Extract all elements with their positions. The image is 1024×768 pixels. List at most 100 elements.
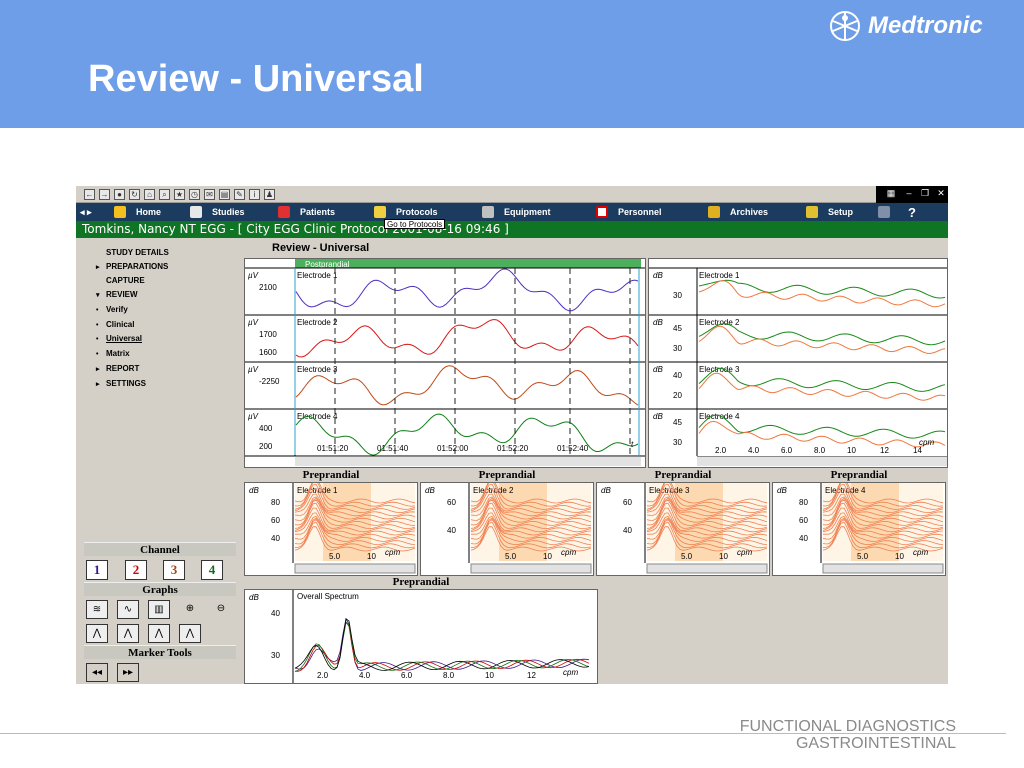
zoom-out-icon[interactable]: ⊖ [210, 600, 232, 619]
channel-1-button[interactable]: 1 [86, 560, 108, 580]
preprandial-spectrum-electrode-1[interactable]: dB Electrode 1 80 60 40 5.0 10 cpm [244, 482, 418, 576]
info-icon[interactable]: i [249, 188, 260, 200]
spectrum-line-orange [698, 420, 946, 448]
preprandial-spectrum-electrode-2[interactable]: dB Electrode 2 60 40 5.0 10 cpm [420, 482, 594, 576]
series-label-electrode-1: Electrode 1 [297, 271, 338, 280]
graph-rsa-2-icon[interactable]: ⋀ [117, 624, 139, 643]
y-tick-label: 30 [271, 651, 280, 660]
close-icon[interactable]: ✕ [934, 188, 948, 200]
medtronic-logo: Medtronic [828, 8, 983, 44]
graph-power-icon[interactable]: ▥ [148, 600, 170, 619]
edit-icon[interactable]: ✎ [234, 188, 245, 200]
sidebar-item-universal[interactable]: • Universal [96, 334, 142, 343]
history-icon[interactable]: ◷ [189, 188, 200, 200]
preprandial-title-3: Preprandial [596, 470, 770, 481]
overall-spectrum-chart[interactable]: dB Overall Spectrum 40 30 2.0 4.0 6.0 8.0 10 12 cp… [244, 589, 598, 684]
channel-2-button[interactable]: 2 [125, 560, 147, 580]
sidebar-item-preparations[interactable]: ▸ PREPARATIONS [96, 262, 168, 271]
nav-studies[interactable]: Studies [182, 203, 270, 221]
sidebar-item-settings[interactable]: ▸ SETTINGS [96, 379, 146, 388]
graph-rsa-1-icon[interactable]: ⋀ [86, 624, 108, 643]
x-tick-label: 8.0 [814, 446, 826, 455]
sidebar-item-clinical[interactable]: • Clinical [96, 320, 134, 329]
y-tick-label: 40 [271, 609, 280, 618]
x-end-label: t [631, 440, 634, 449]
restore-icon[interactable]: ❐ [918, 188, 932, 200]
sidebar-item-report[interactable]: ▸ REPORT [96, 364, 139, 373]
standard-toolbar: ← → ● ↻ ⌂ ⌕ ★ ◷ ✉ ▤ ✎ i ♟ ▦ – ❐ ✕ [76, 186, 948, 203]
nav-arrows[interactable]: ◂ ▸ [76, 203, 106, 221]
spectrum-svg: dB Electrode 1 30 dB Electrode 2 45 30 dB Electr… [649, 267, 947, 456]
spectrum-line-orange [698, 372, 946, 401]
studies-icon [190, 206, 202, 218]
y-tick-label: 1700 [259, 330, 277, 339]
nav-archives[interactable]: Archives [700, 203, 798, 221]
channel-3-button[interactable]: 3 [163, 560, 185, 580]
unit-label: dB [425, 486, 435, 495]
waterfall-svg: dB Electrode 360405.0 10 cpm [601, 483, 768, 574]
graph-waveform-icon[interactable]: ≋ [86, 600, 108, 619]
series-label-electrode-3: Electrode 3 [297, 365, 338, 374]
sidebar-item-verify[interactable]: • Verify [96, 305, 128, 314]
nav-personnel[interactable]: Personnel [588, 203, 700, 221]
x-tick-label: 6.0 [401, 671, 413, 680]
slide-title: Review - Universal [88, 58, 424, 100]
marker-next-button[interactable]: ▸▸ [117, 663, 139, 682]
y-tick-label: 80 [799, 498, 808, 507]
y-tick-label: 60 [447, 498, 456, 507]
patient-icon [278, 206, 290, 218]
search-icon[interactable]: ⌕ [159, 188, 170, 200]
channel-panel-title: Channel [84, 542, 236, 556]
graph-spectrum-icon[interactable]: ∿ [117, 600, 139, 619]
graph-rsa-3-icon[interactable]: ⋀ [148, 624, 170, 643]
marker-previous-button[interactable]: ◂◂ [86, 663, 108, 682]
x-tick-label: 6.0 [781, 446, 793, 455]
x-tick-label: 5.0 [681, 552, 693, 561]
nav-patients[interactable]: Patients [270, 203, 366, 221]
preprandial-spectrum-electrode-4[interactable]: dB Electrode 4 80 60 40 5.0 10 cpm [772, 482, 946, 576]
application-window: ← → ● ↻ ⌂ ⌕ ★ ◷ ✉ ▤ ✎ i ♟ ▦ – ❐ ✕ ◂ ▸ Ho… [76, 186, 948, 684]
print-icon[interactable]: ▤ [219, 188, 230, 200]
waveform-electrode-2 [295, 318, 639, 358]
series-label-electrode-2: Electrode 2 [699, 318, 740, 327]
mail-icon[interactable]: ✉ [204, 188, 215, 200]
nav-home[interactable]: Home [106, 203, 182, 221]
x-tick-label: 4.0 [748, 446, 760, 455]
sidebar-item-study-details[interactable]: STUDY DETAILS [96, 248, 169, 257]
unit-label: dB [653, 271, 663, 280]
stop-icon[interactable]: ● [114, 188, 125, 200]
back-icon[interactable]: ← [84, 188, 95, 200]
nav-equipment[interactable]: Equipment [474, 203, 588, 221]
marker-tools-title: Marker Tools [84, 645, 236, 659]
zoom-in-icon[interactable]: ⊕ [179, 600, 201, 619]
printer-icon[interactable] [870, 203, 900, 221]
preprandial-spectrum-electrode-3[interactable]: dB Electrode 3 60 40 5.0 10 cpm [596, 482, 770, 576]
favorites-icon[interactable]: ★ [174, 188, 185, 200]
channel-4-button[interactable]: 4 [201, 560, 223, 580]
refresh-icon[interactable]: ↻ [129, 188, 140, 200]
y-tick-label: 40 [799, 534, 808, 543]
waveform-scrollbar[interactable] [295, 456, 641, 466]
spectrum-scrollbar[interactable] [697, 456, 947, 466]
y-tick-label: -2250 [259, 377, 280, 386]
series-label-electrode-2: Electrode 2 [297, 318, 338, 327]
sidebar-item-capture[interactable]: CAPTURE [96, 276, 145, 285]
nav-setup[interactable]: Setup [798, 203, 870, 221]
medtronic-logo-icon [830, 11, 860, 41]
help-button[interactable]: ? [900, 203, 924, 221]
people-icon[interactable]: ♟ [264, 188, 275, 200]
forward-icon[interactable]: → [99, 188, 110, 200]
equipment-icon [482, 206, 494, 218]
minimize-icon[interactable]: – [902, 188, 916, 200]
x-tick-label: 10 [847, 446, 856, 455]
unit-label: dB [249, 593, 259, 602]
x-tick-label: 01:52:20 [497, 444, 529, 453]
sidebar-item-matrix[interactable]: • Matrix [96, 349, 130, 358]
spectrum-line-green [698, 279, 946, 299]
postprandial-waveform-chart[interactable]: Postprandial Electrode 1 µV 2100 Electrode … [244, 258, 646, 468]
electrode-spectrum-chart[interactable]: dB Electrode 1 30 dB Electrode 2 45 30 dB Electr… [648, 258, 948, 468]
y-tick-label: 40 [623, 526, 632, 535]
graph-rsa-4-icon[interactable]: ⋀ [179, 624, 201, 643]
sidebar-item-review[interactable]: ▾ REVIEW [96, 290, 138, 299]
home-small-icon[interactable]: ⌂ [144, 188, 155, 200]
